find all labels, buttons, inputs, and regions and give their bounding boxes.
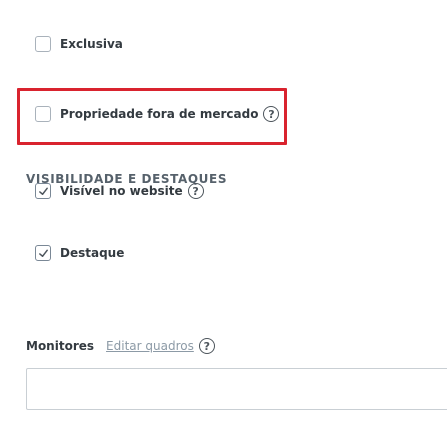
check-icon xyxy=(38,249,48,257)
editar-quadros-link[interactable]: Editar quadros xyxy=(106,339,194,353)
visivel-label: Visível no website xyxy=(60,184,183,198)
fora-mercado-label: Propriedade fora de mercado xyxy=(60,107,259,121)
destaque-label: Destaque xyxy=(60,246,125,260)
help-icon[interactable]: ? xyxy=(198,338,215,354)
monitores-input[interactable] xyxy=(26,368,447,410)
exclusiva-label: Exclusiva xyxy=(60,37,123,51)
exclusiva-row: Exclusiva xyxy=(35,36,123,52)
visivel-row: Visível no website ? xyxy=(35,183,204,199)
destaque-checkbox[interactable] xyxy=(35,245,51,261)
help-icon[interactable]: ? xyxy=(187,183,204,199)
monitores-row: Monitores Editar quadros ? xyxy=(26,338,215,354)
exclusiva-checkbox[interactable] xyxy=(35,36,51,52)
help-icon[interactable]: ? xyxy=(263,106,280,122)
visivel-checkbox[interactable] xyxy=(35,183,51,199)
check-icon xyxy=(38,187,48,195)
fora-mercado-row: Propriedade fora de mercado ? xyxy=(35,106,280,122)
fora-mercado-checkbox[interactable] xyxy=(35,106,51,122)
monitores-label: Monitores xyxy=(26,339,95,353)
destaque-row: Destaque xyxy=(35,245,124,261)
